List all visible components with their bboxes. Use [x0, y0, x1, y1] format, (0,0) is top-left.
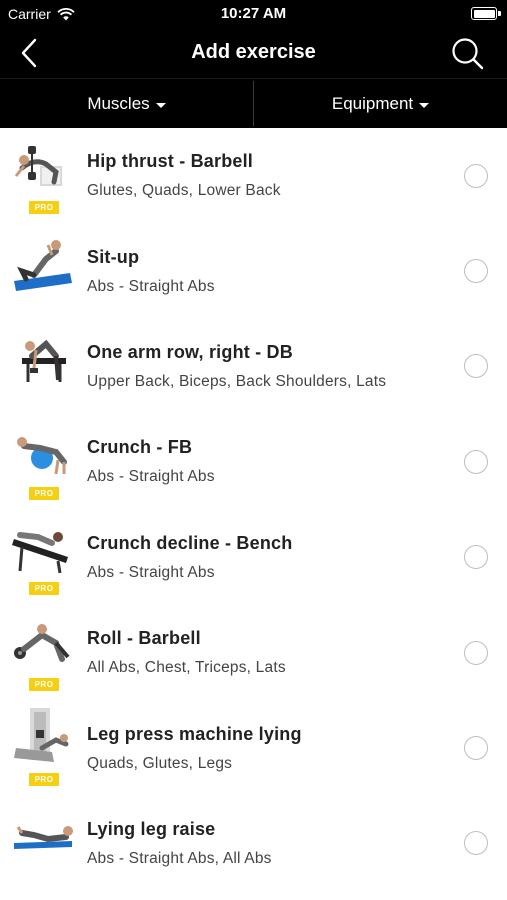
exercise-thumbnail: PRO — [12, 422, 82, 502]
caret-down-icon — [419, 102, 430, 108]
pro-badge: PRO — [29, 677, 59, 691]
exercise-text: Crunch decline - Bench Abs - Straight Ab… — [87, 533, 507, 582]
search-icon — [452, 38, 484, 70]
exercise-name: Sit-up — [87, 246, 140, 267]
exercise-row[interactable]: PRO Hip thrust - Barbell Glutes, Quads, … — [0, 128, 507, 223]
page-title: Add exercise — [191, 41, 316, 63]
exercise-muscles: All Abs, Chest, Triceps, Lats — [87, 659, 286, 677]
exercise-muscles: Upper Back, Biceps, Back Shoulders, Lats — [87, 372, 387, 390]
select-radio[interactable] — [464, 640, 488, 665]
exercise-thumbnail: PRO — [12, 517, 82, 597]
exercise-row[interactable]: PRO Roll - Barbell All Abs, Chest, Trice… — [0, 605, 507, 700]
barbell-roll-illustration — [14, 623, 70, 662]
sit-up-illustration — [14, 240, 72, 292]
exercise-text: Crunch - FB Abs - Straight Abs — [87, 437, 507, 486]
exercise-name: One arm row, right - DB — [87, 341, 293, 362]
select-radio[interactable] — [464, 736, 488, 761]
exercise-muscles: Abs - Straight Abs, All Abs — [87, 849, 272, 867]
equipment-filter[interactable]: Equipment — [254, 79, 507, 128]
lying-leg-raise-illustration — [14, 826, 73, 850]
equipment-filter-label: Equipment — [331, 93, 414, 113]
exercise-name: Hip thrust - Barbell — [87, 151, 254, 172]
exercise-text: Roll - Barbell All Abs, Chest, Triceps, … — [87, 628, 507, 677]
select-radio[interactable] — [464, 259, 488, 284]
exercise-name: Crunch decline - Bench — [87, 532, 293, 553]
one-arm-row-illustration — [22, 340, 66, 383]
hip-thrust-illustration — [14, 145, 62, 186]
crunch-decline-illustration — [12, 532, 68, 574]
pro-badge: PRO — [29, 582, 59, 596]
exercise-muscles: Abs - Straight Abs — [87, 468, 215, 486]
exercise-thumbnail — [12, 231, 82, 311]
exercise-row[interactable]: PRO Leg press machine lying Quads, Glute… — [0, 700, 507, 795]
exercise-name: Leg press machine lying — [87, 723, 302, 744]
battery-icon — [471, 7, 501, 20]
exercise-list: PRO Hip thrust - Barbell Glutes, Quads, … — [0, 128, 507, 892]
exercise-name: Lying leg raise — [87, 818, 216, 839]
exercise-text: Sit-up Abs - Straight Abs — [87, 247, 507, 296]
crunch-fitball-illustration — [17, 436, 67, 475]
caret-down-icon — [155, 102, 166, 108]
search-button[interactable] — [451, 37, 485, 71]
navigation-bar: Add exercise — [0, 28, 507, 78]
exercise-text: One arm row, right - DB Upper Back, Bice… — [87, 342, 507, 391]
exercise-text: Lying leg raise Abs - Straight Abs, All … — [87, 819, 507, 868]
exercise-row[interactable]: Sit-up Abs - Straight Abs — [0, 223, 507, 318]
select-radio[interactable] — [464, 449, 488, 474]
status-bar: Carrier 10:27 AM — [0, 0, 507, 28]
exercise-text: Hip thrust - Barbell Glutes, Quads, Lowe… — [87, 151, 507, 200]
exercise-row[interactable]: PRO Crunch - FB Abs - Straight Abs — [0, 414, 507, 509]
exercise-row[interactable]: PRO Crunch decline - Bench Abs - Straigh… — [0, 510, 507, 605]
leg-press-illustration — [14, 708, 69, 763]
exercise-row[interactable]: Lying leg raise Abs - Straight Abs, All … — [0, 796, 507, 891]
clock: 10:27 AM — [220, 5, 287, 22]
exercise-thumbnail — [12, 326, 82, 406]
exercise-muscles: Abs - Straight Abs — [87, 277, 215, 295]
select-radio[interactable] — [464, 163, 488, 188]
exercise-thumbnail: PRO — [12, 136, 82, 216]
exercise-muscles: Quads, Glutes, Legs — [87, 754, 233, 772]
exercise-row[interactable]: One arm row, right - DB Upper Back, Bice… — [0, 319, 507, 414]
pro-badge: PRO — [29, 486, 59, 500]
exercise-name: Crunch - FB — [87, 437, 193, 458]
exercise-thumbnail: PRO — [12, 708, 82, 788]
exercise-muscles: Abs - Straight Abs — [87, 563, 215, 581]
exercise-thumbnail — [12, 803, 82, 883]
exercise-text: Leg press machine lying Quads, Glutes, L… — [87, 724, 507, 773]
exercise-muscles: Glutes, Quads, Lower Back — [87, 182, 281, 200]
exercise-name: Roll - Barbell — [87, 628, 201, 649]
exercise-thumbnail: PRO — [12, 613, 82, 693]
muscles-filter-label: Muscles — [87, 93, 150, 113]
pro-badge: PRO — [29, 773, 59, 787]
pro-badge: PRO — [29, 200, 59, 214]
muscles-filter[interactable]: Muscles — [0, 79, 253, 128]
filter-bar: Muscles Equipment — [0, 78, 507, 128]
